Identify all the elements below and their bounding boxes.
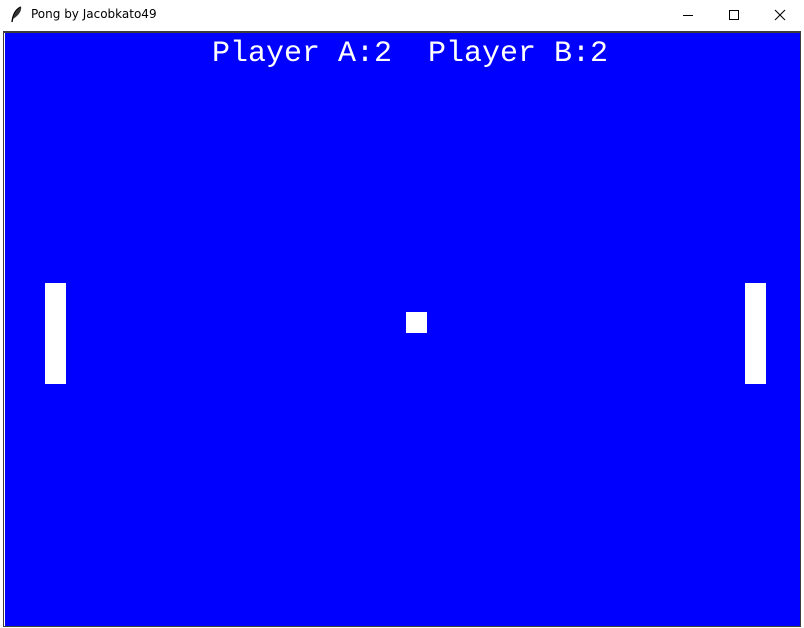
ball xyxy=(406,312,427,333)
close-icon xyxy=(774,9,786,21)
score-display: Player A:2 Player B:2 xyxy=(211,37,609,71)
feather-icon xyxy=(11,6,22,23)
maximize-button[interactable] xyxy=(711,0,757,30)
window-title: Pong by Jacobkato49 xyxy=(31,7,157,21)
app-window: Pong by Jacobkato49 Player A:2 Player B:… xyxy=(0,0,804,628)
title-bar[interactable]: Pong by Jacobkato49 xyxy=(0,0,804,30)
paddle-player-b xyxy=(745,283,766,384)
minimize-icon xyxy=(683,15,693,16)
game-canvas[interactable]: Player A:2 Player B:2 xyxy=(5,33,800,626)
close-button[interactable] xyxy=(757,0,803,30)
maximize-icon xyxy=(729,10,739,20)
minimize-button[interactable] xyxy=(665,0,711,30)
paddle-player-a xyxy=(45,283,66,384)
